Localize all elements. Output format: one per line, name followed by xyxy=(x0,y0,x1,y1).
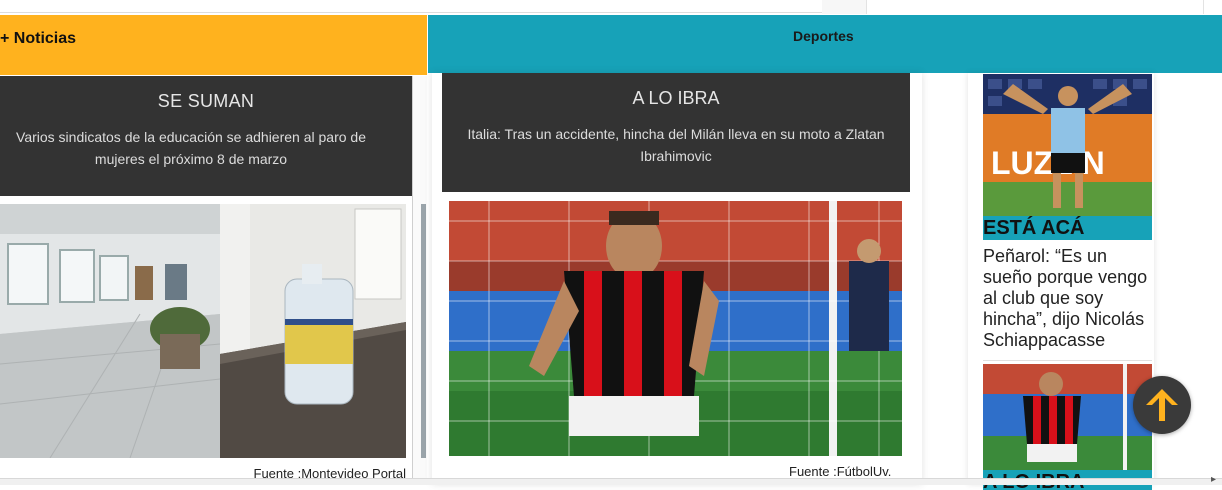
side-item-image-2[interactable] xyxy=(983,364,1152,470)
section-header-deportes[interactable]: Deportes xyxy=(428,15,1222,73)
sports-card-header[interactable]: A LO IBRA Italia: Tras un accidente, hin… xyxy=(442,73,910,192)
section-title-deportes[interactable]: Deportes xyxy=(793,28,854,44)
top-bar-gap xyxy=(822,0,866,14)
footballer-thumb xyxy=(983,364,1152,470)
scroll-right-icon[interactable]: ▸ xyxy=(1211,474,1216,485)
sports-card-image[interactable] xyxy=(449,201,902,456)
hallway-photo xyxy=(0,204,406,458)
side-item-headline[interactable]: Peñarol: “Es un sueño porque vengo al cl… xyxy=(983,246,1153,351)
sports-source: Fuente :FútbolUv. xyxy=(789,464,892,479)
side-item-image[interactable]: LUZLIN xyxy=(983,74,1152,216)
sports-card-description[interactable]: Italia: Tras un accidente, hincha del Mi… xyxy=(452,123,900,167)
news-card-description[interactable]: Varios sindicatos de la educación se adh… xyxy=(0,126,382,170)
banner-text: LUZLIN xyxy=(991,145,1105,181)
section-header-noticias[interactable]: + Noticias xyxy=(0,15,427,75)
side-item-separator xyxy=(983,360,1152,361)
scroll-to-top-button[interactable] xyxy=(1133,376,1191,434)
top-bar-right xyxy=(866,0,1204,14)
scroll-strip xyxy=(421,204,426,458)
news-card-image[interactable] xyxy=(0,204,406,458)
news-card-title[interactable]: SE SUMAN xyxy=(0,91,412,112)
uruguay-player-photo: LUZLIN xyxy=(983,74,1152,216)
arrow-up-icon xyxy=(1146,389,1178,421)
side-item-label[interactable]: ESTÁ ACÁ xyxy=(983,216,1152,240)
section-title-noticias[interactable]: + Noticias xyxy=(0,30,76,47)
footballer-photo xyxy=(449,201,902,456)
top-bar-left xyxy=(0,0,822,13)
news-card-header[interactable]: SE SUMAN Varios sindicatos de la educaci… xyxy=(0,76,412,196)
sports-card-title[interactable]: A LO IBRA xyxy=(442,88,910,109)
